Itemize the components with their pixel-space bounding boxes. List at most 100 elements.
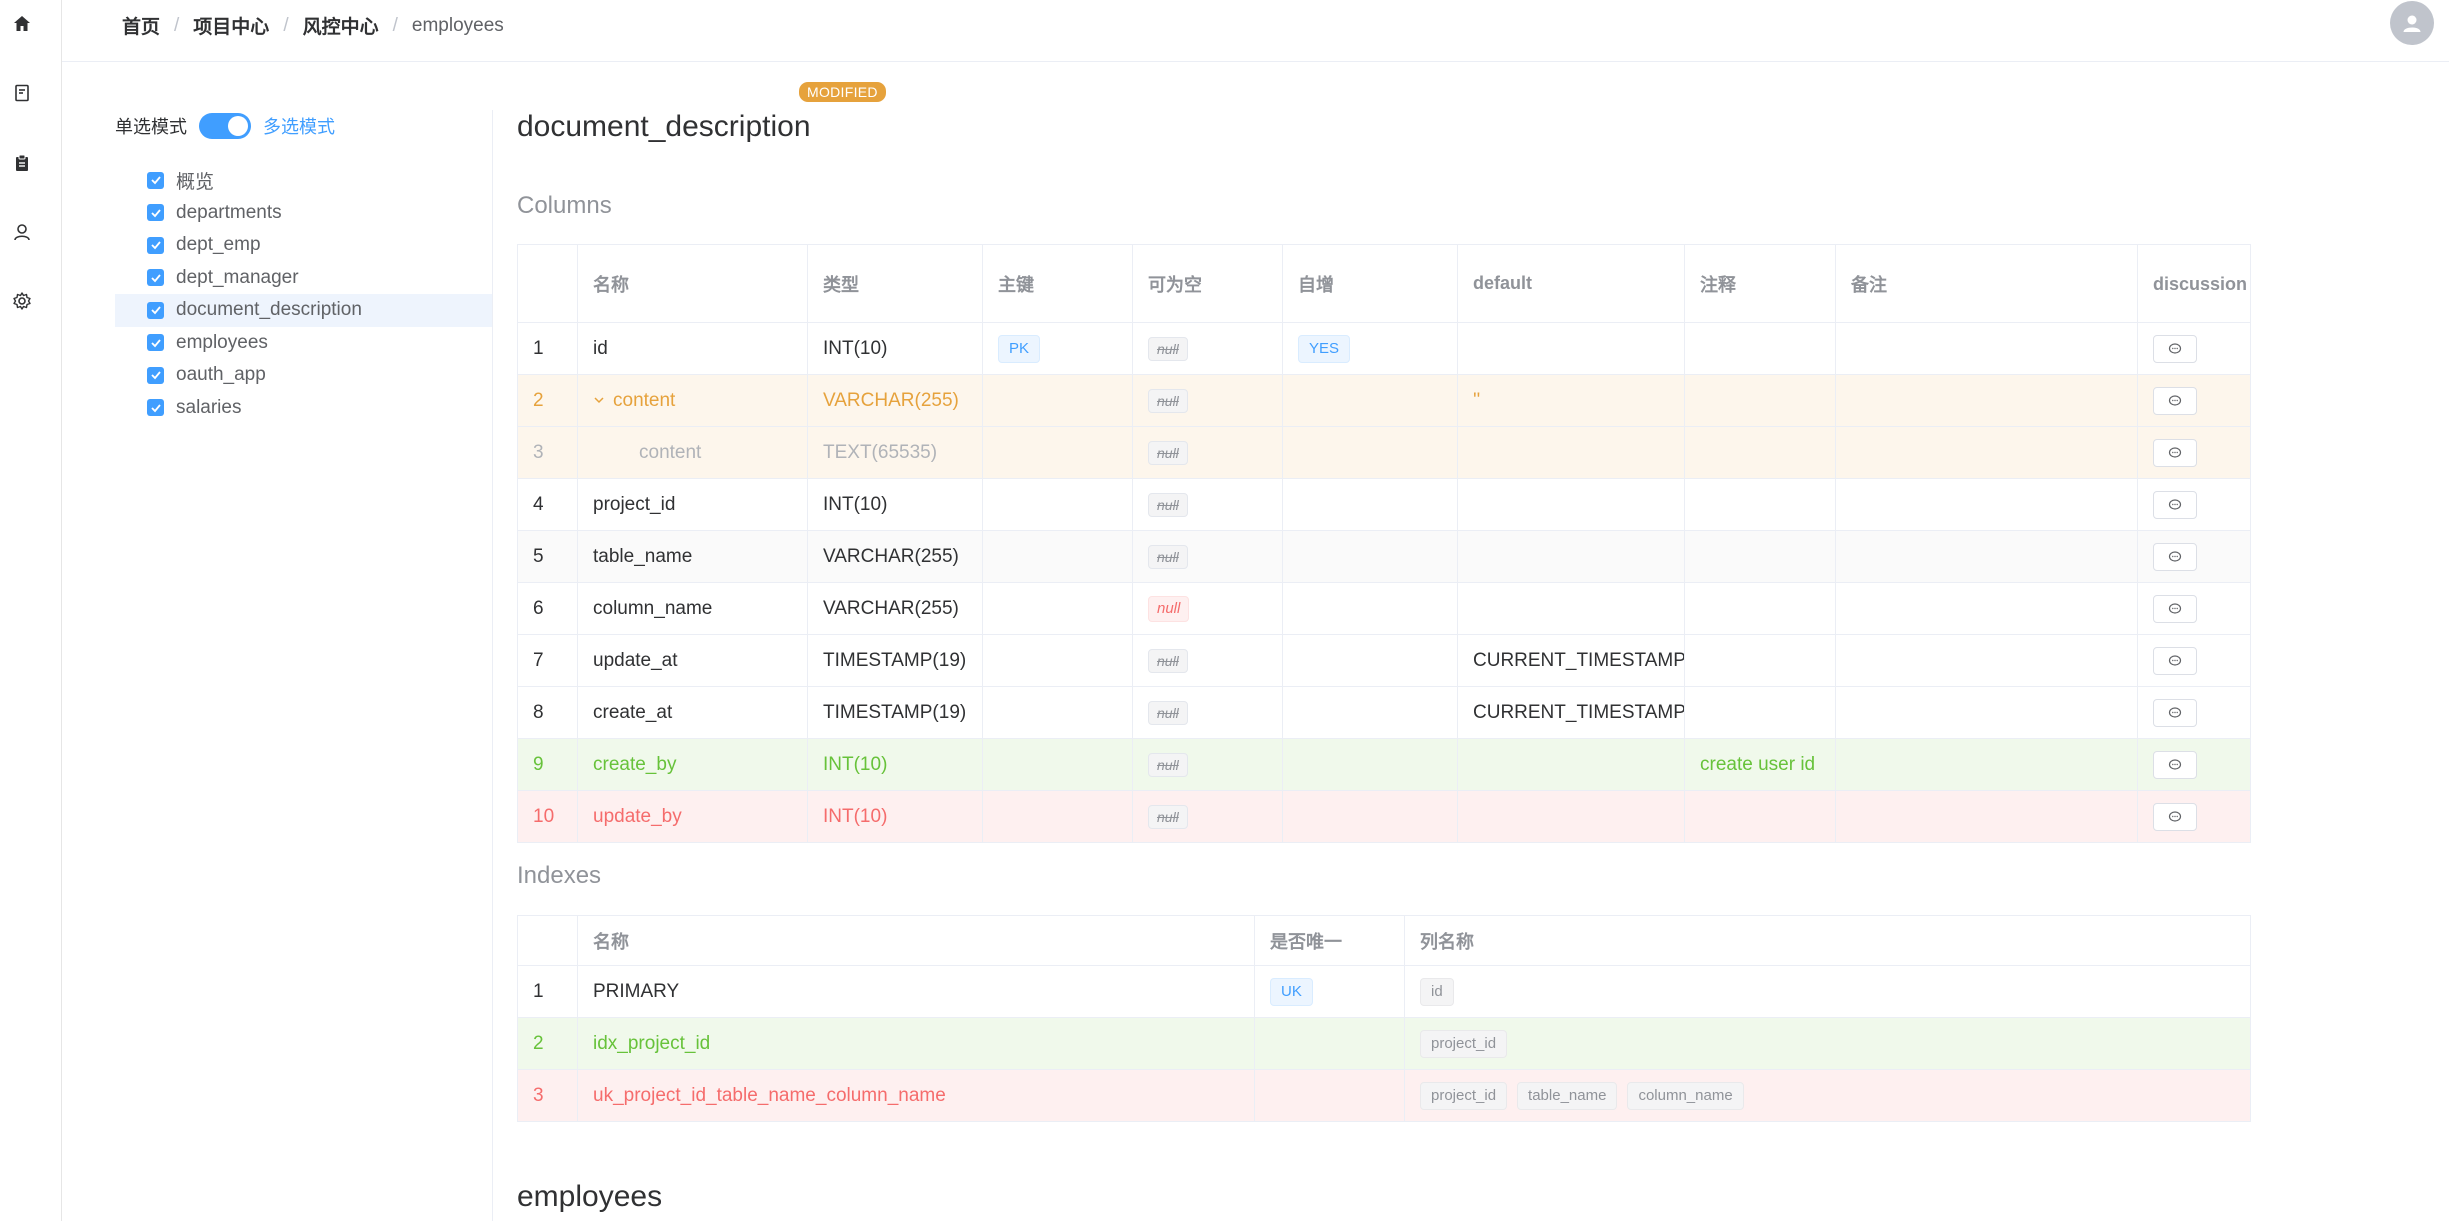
tree-item-overview[interactable]: 概览 xyxy=(115,164,493,197)
discussion-button[interactable] xyxy=(2153,438,2197,467)
col-header-default: default xyxy=(1457,244,1685,323)
default-cell xyxy=(1457,790,1685,843)
tree-item-label: employees xyxy=(176,331,268,353)
discussion-button[interactable] xyxy=(2153,490,2197,519)
col-header-type: 类型 xyxy=(807,244,983,323)
columns-section-title: Columns xyxy=(517,192,612,219)
default-cell xyxy=(1457,322,1685,375)
index-name: idx_project_id xyxy=(577,1017,1255,1070)
discussion-button[interactable] xyxy=(2153,750,2197,779)
discussion-button[interactable] xyxy=(2153,542,2197,571)
checkbox-checked[interactable] xyxy=(147,334,164,352)
table-row: 8 create_at TIMESTAMP(19) null CURRENT_T… xyxy=(517,686,2251,739)
comment-icon xyxy=(2168,602,2182,614)
discussion-cell xyxy=(2137,426,2251,479)
discussion-button[interactable] xyxy=(2153,334,2197,363)
comment-icon xyxy=(2168,498,2182,510)
chevron-down-icon[interactable] xyxy=(593,390,605,412)
indexes-header-row: 名称 是否唯一 列名称 xyxy=(517,915,2251,966)
selection-mode: 单选模式 多选模式 xyxy=(115,108,493,144)
tree-item-salaries[interactable]: salaries xyxy=(115,392,493,425)
discussion-button[interactable] xyxy=(2153,802,2197,831)
row-number: 6 xyxy=(517,582,578,635)
book-icon[interactable] xyxy=(11,82,33,104)
modified-badge: MODIFIED xyxy=(799,82,886,102)
table-document: MODIFIED document_description Columns 名称… xyxy=(517,80,2252,1213)
column-name: table_name xyxy=(577,530,808,583)
table-row: 5 table_name VARCHAR(255) null xyxy=(517,530,2251,583)
column-name-cell: content xyxy=(577,374,808,427)
checkbox-checked[interactable] xyxy=(147,269,164,287)
tree-item-label: 概览 xyxy=(176,171,215,193)
auto-increment-cell xyxy=(1282,686,1458,739)
row-number: 1 xyxy=(517,965,578,1018)
nullable-cell: null xyxy=(1132,634,1283,687)
column-type: VARCHAR(255) xyxy=(807,530,983,583)
tree-item-dept-emp[interactable]: dept_emp xyxy=(115,229,493,262)
checkbox-checked[interactable] xyxy=(147,301,164,319)
idx-header-index xyxy=(517,915,578,966)
checkbox-checked[interactable] xyxy=(147,399,164,417)
pk-cell xyxy=(982,634,1133,687)
remark-cell xyxy=(1835,634,2138,687)
user-icon[interactable] xyxy=(11,221,33,243)
comment-cell xyxy=(1684,426,1836,479)
comment-icon xyxy=(2168,758,2182,770)
checkbox-checked[interactable] xyxy=(147,171,164,189)
discussion-button[interactable] xyxy=(2153,646,2197,675)
comment-cell xyxy=(1684,686,1836,739)
next-table-title: employees xyxy=(517,1180,663,1213)
discussion-button[interactable] xyxy=(2153,594,2197,623)
table-row: 7 update_at TIMESTAMP(19) null CURRENT_T… xyxy=(517,634,2251,687)
table-row: 9 create_by INT(10) null create user id xyxy=(517,738,2251,791)
comment-icon xyxy=(2168,342,2182,354)
checkbox-checked[interactable] xyxy=(147,236,164,254)
index-columns-cell: project_id table_name column_name xyxy=(1404,1069,2251,1122)
null-tag: null xyxy=(1148,804,1188,829)
comment-icon xyxy=(2168,810,2182,822)
checkbox-checked[interactable] xyxy=(147,366,164,384)
breadcrumb-risk-center[interactable]: 风控中心 xyxy=(303,12,379,39)
nullable-cell: null xyxy=(1132,530,1283,583)
remark-cell xyxy=(1835,738,2138,791)
tree-item-document-description[interactable]: document_description xyxy=(115,294,493,327)
column-type: TIMESTAMP(19) xyxy=(807,634,983,687)
discussion-button[interactable] xyxy=(2153,386,2197,415)
remark-cell xyxy=(1835,322,2138,375)
mode-toggle-switch[interactable] xyxy=(199,113,251,139)
breadcrumb-current: employees xyxy=(411,14,504,36)
tree-item-departments[interactable]: departments xyxy=(115,197,493,230)
breadcrumb-home[interactable]: 首页 xyxy=(122,12,160,39)
column-name: update_by xyxy=(577,790,808,843)
auto-increment-cell xyxy=(1282,582,1458,635)
col-header-pk: 主键 xyxy=(982,244,1133,323)
row-number: 2 xyxy=(517,374,578,427)
breadcrumb-project-center[interactable]: 项目中心 xyxy=(193,12,269,39)
tree-item-employees[interactable]: employees xyxy=(115,327,493,360)
discussion-cell xyxy=(2137,686,2251,739)
clipboard-icon[interactable] xyxy=(11,152,33,174)
discussion-button[interactable] xyxy=(2153,698,2197,727)
default-cell: CURRENT_TIMESTAMP xyxy=(1457,634,1685,687)
checkbox-checked[interactable] xyxy=(147,204,164,222)
remark-cell xyxy=(1835,790,2138,843)
col-header-nullable: 可为空 xyxy=(1132,244,1283,323)
comment-cell xyxy=(1684,582,1836,635)
single-mode-label[interactable]: 单选模式 xyxy=(115,113,187,139)
indexes-table: 名称 是否唯一 列名称 1 PRIMARY UK id 2 idx_projec… xyxy=(517,915,2251,1122)
table-title: document_description xyxy=(517,110,811,143)
pk-cell xyxy=(982,686,1133,739)
avatar[interactable] xyxy=(2390,1,2434,45)
breadcrumb-separator: / xyxy=(174,14,180,36)
column-name: create_by xyxy=(577,738,808,791)
settings-icon[interactable] xyxy=(11,290,33,312)
default-cell xyxy=(1457,426,1685,479)
remark-cell xyxy=(1835,530,2138,583)
multi-mode-label[interactable]: 多选模式 xyxy=(263,113,335,139)
table-row: 1 id INT(10) PK null YES xyxy=(517,322,2251,375)
index-columns-cell: project_id xyxy=(1404,1017,2251,1070)
comment-icon xyxy=(2168,706,2182,718)
home-icon[interactable] xyxy=(11,13,33,35)
tree-item-oauth-app[interactable]: oauth_app xyxy=(115,359,493,392)
tree-item-dept-manager[interactable]: dept_manager xyxy=(115,262,493,295)
